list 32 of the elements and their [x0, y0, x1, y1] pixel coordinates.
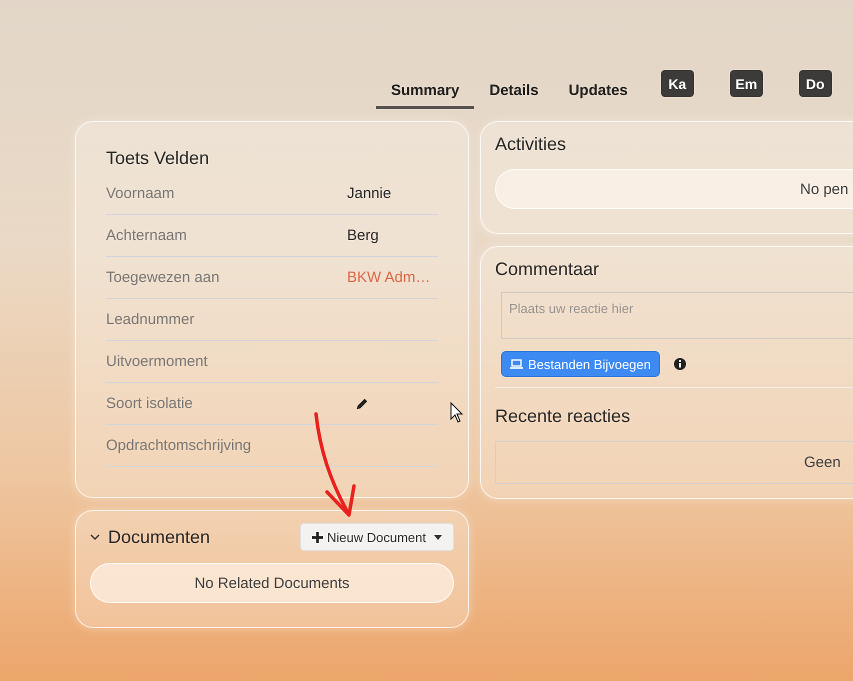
empty-activities-notice: No pen [495, 169, 853, 209]
field-value: Berg [347, 227, 379, 244]
plus-icon [312, 532, 323, 542]
card-title: Commentaar [495, 259, 600, 280]
comment-field[interactable]: Plaats uw reactie hier [501, 292, 853, 339]
field-label: Leadnummer [106, 311, 196, 328]
user-avatar[interactable]: Em [730, 70, 763, 97]
card-title: Activities [495, 134, 568, 155]
user-avatar[interactable]: Ka [660, 70, 694, 97]
field-label: Soort isolatie [106, 395, 194, 412]
cursor-icon [450, 402, 464, 423]
field-label: Uitvoermoment [106, 353, 209, 370]
card-title: Documenten [108, 526, 210, 548]
tab[interactable]: Details [474, 68, 554, 109]
tab[interactable]: Summary [376, 68, 474, 109]
field-value: Jannie [347, 185, 392, 202]
caret-icon [434, 534, 442, 540]
field-label: Toegewezen aan [106, 269, 220, 286]
empty-documents-notice: No Related Documents [90, 563, 454, 603]
empty-comments-notice: Geen [495, 441, 853, 484]
card-title: Toets Velden [106, 148, 210, 169]
tab[interactable]: Updates [554, 68, 643, 109]
laptop-icon [510, 359, 523, 369]
field-label: Achternaam [106, 227, 188, 244]
new-document-button[interactable]: Nieuw Document [300, 523, 454, 551]
field-label: Voornaam [106, 185, 176, 202]
section-title: Recente reacties [495, 406, 632, 427]
pencil-icon[interactable] [355, 396, 369, 410]
chevron-icon[interactable] [90, 534, 100, 540]
user-avatar[interactable]: Do [798, 70, 832, 97]
info-icon[interactable] [674, 358, 686, 370]
field-label: Opdrachtomschrijving [106, 437, 252, 454]
